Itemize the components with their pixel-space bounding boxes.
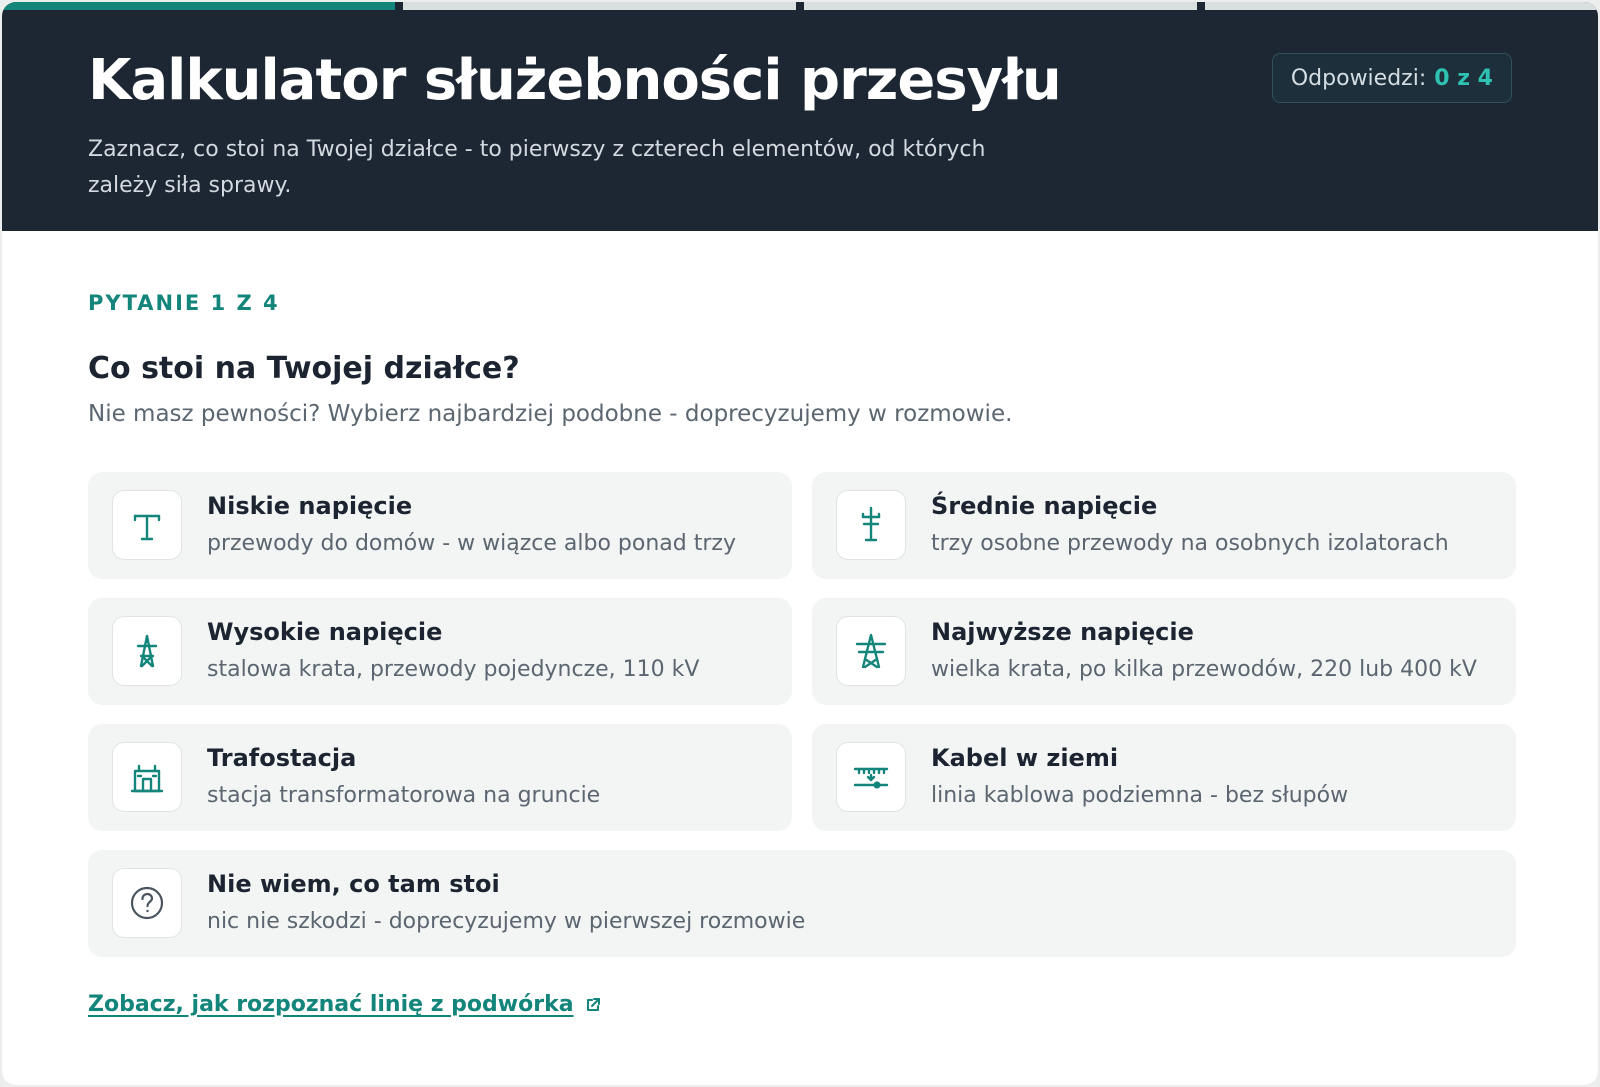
option-description: wielka krata, po kilka przewodów, 220 lu… (931, 657, 1477, 682)
option-description: nic nie szkodzi - doprecyzujemy w pierws… (207, 909, 806, 934)
option-low-voltage[interactable]: Niskie napięcie przewody do domów - w wi… (88, 472, 792, 579)
option-title: Nie wiem, co tam stoi (207, 870, 500, 898)
question-hint: Nie masz pewności? Wybierz najbardziej p… (88, 401, 1013, 427)
calculator-card: Kalkulator służebności przesyłu Zaznacz,… (2, 2, 1598, 1085)
option-transformer-station[interactable]: Trafostacja stacja transformatorowa na g… (88, 724, 792, 831)
option-title: Średnie napięcie (931, 492, 1158, 520)
progress-segment-1 (2, 2, 395, 10)
answer-options: Niskie napięcie przewody do domów - w wi… (88, 472, 1516, 957)
option-high-voltage[interactable]: Wysokie napięcie stalowa krata, przewody… (88, 598, 792, 705)
recognize-line-link-label: Zobacz, jak rozpoznać linię z podwórka (88, 992, 574, 1017)
option-medium-voltage[interactable]: Średnie napięcie trzy osobne przewody na… (812, 472, 1516, 579)
underground-cable-icon (836, 742, 906, 812)
progress-segment-3 (804, 2, 1197, 10)
option-title: Wysokie napięcie (207, 618, 443, 646)
option-description: trzy osobne przewody na osobnych izolato… (931, 531, 1449, 556)
question-title: Co stoi na Twojej działce? (88, 351, 520, 386)
option-description: stalowa krata, przewody pojedyncze, 110 … (207, 657, 700, 682)
answers-counter-label: Odpowiedzi: (1290, 65, 1427, 91)
option-title: Trafostacja (207, 744, 357, 772)
low-voltage-pole-icon (112, 490, 182, 560)
progress-segment-4 (1205, 2, 1598, 10)
page-subtitle: Zaznacz, co stoi na Twojej działce - to … (88, 137, 986, 198)
recognize-line-link[interactable]: Zobacz, jak rozpoznać linię z podwórka (88, 992, 602, 1017)
transformer-station-icon (112, 742, 182, 812)
external-link-icon (586, 997, 600, 1011)
option-underground-cable[interactable]: Kabel w ziemi linia kablowa podziemna - … (812, 724, 1516, 831)
question-icon (112, 868, 182, 938)
highest-voltage-pylon-icon (836, 616, 906, 686)
question-step-label: PYTANIE 1 Z 4 (88, 291, 280, 315)
option-description: stacja transformatorowa na gruncie (207, 783, 601, 808)
progress-segment-2 (403, 2, 796, 10)
page-title: Kalkulator służebności przesyłu (88, 48, 1062, 113)
option-title: Kabel w ziemi (931, 744, 1119, 772)
option-highest-voltage[interactable]: Najwyższe napięcie wielka krata, po kilk… (812, 598, 1516, 705)
high-voltage-pylon-icon (112, 616, 182, 686)
option-dont-know[interactable]: Nie wiem, co tam stoi nic nie szkodzi - … (88, 850, 1516, 957)
option-description: linia kablowa podziemna - bez słupów (931, 783, 1349, 808)
answers-counter-value: 0 z 4 (1434, 65, 1493, 91)
answers-counter: Odpowiedzi: 0 z 4 (1271, 53, 1512, 103)
option-title: Najwyższe napięcie (931, 618, 1194, 646)
header: Kalkulator służebności przesyłu Zaznacz,… (2, 10, 1598, 231)
option-title: Niskie napięcie (207, 492, 413, 520)
medium-voltage-pole-icon (836, 490, 906, 560)
option-description: przewody do domów - w wiązce albo ponad … (207, 531, 736, 556)
progress-bar (2, 2, 1598, 10)
